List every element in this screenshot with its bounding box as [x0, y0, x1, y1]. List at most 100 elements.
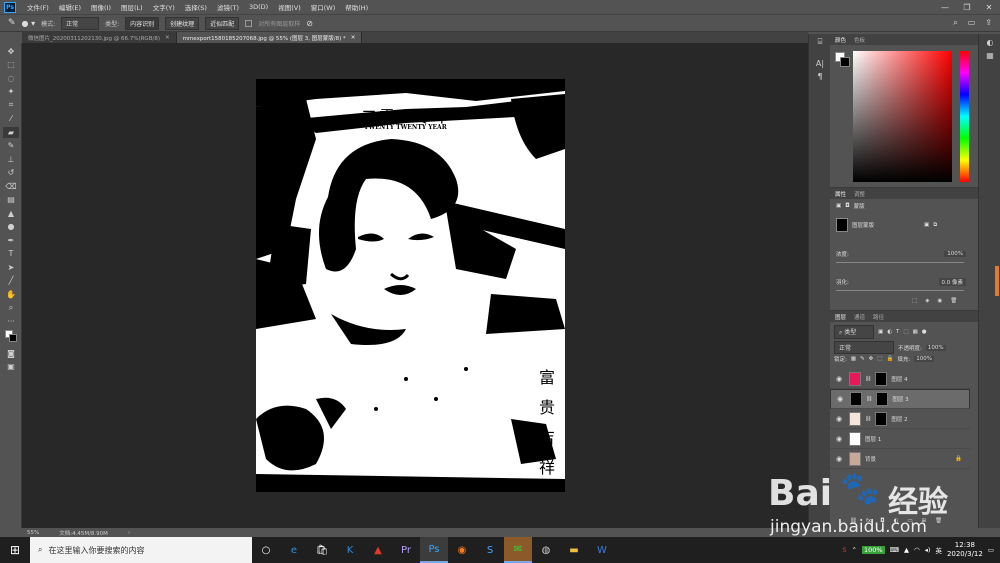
feather-input[interactable]: 0.0 像素	[938, 278, 966, 286]
status-arrow-icon[interactable]: ›	[128, 530, 130, 536]
mask-link-icon[interactable]: ⛓	[865, 376, 871, 382]
swatches-panel-icon[interactable]: ▦	[982, 50, 998, 61]
tab-channels[interactable]: 通道	[854, 313, 865, 321]
word-icon[interactable]: W	[588, 537, 616, 563]
screen-mode-icon[interactable]: ▣	[3, 361, 19, 372]
layer-row[interactable]: ◉ 背景 🔒	[830, 449, 970, 469]
store-icon[interactable]: 🛍	[308, 537, 336, 563]
apply-mask-icon[interactable]: ◈	[925, 298, 929, 304]
maximize-icon[interactable]: ❐	[956, 3, 978, 12]
filter-toggle-icon[interactable]: ●	[922, 329, 927, 335]
input-method-icon[interactable]: S	[842, 546, 846, 554]
pixel-mask-icon[interactable]: ▣	[836, 203, 841, 209]
acrobat-icon[interactable]: ▲	[364, 537, 392, 563]
visibility-eye-icon[interactable]: ◉	[837, 395, 846, 403]
menu-edit[interactable]: 编辑(E)	[54, 2, 86, 12]
lock-paint-icon[interactable]: ✎	[860, 356, 865, 362]
menu-file[interactable]: 文件(F)	[22, 2, 54, 12]
battery-indicator[interactable]: 100%	[861, 546, 885, 554]
task-view-icon[interactable]: ○	[252, 537, 280, 563]
tab-close-icon[interactable]: ✕	[165, 35, 170, 41]
gradient-icon[interactable]: ▤	[3, 194, 19, 205]
menu-type[interactable]: 文字(Y)	[148, 2, 180, 12]
blur-tool-icon[interactable]: ▲	[3, 208, 19, 219]
tab-document-1[interactable]: 微信图片_20200311202130.jpg @ 66.7%(RGB/8) ✕	[22, 32, 177, 43]
tab-adjustments[interactable]: 调整	[854, 190, 865, 198]
filter-adjust-icon[interactable]: ◐	[887, 329, 892, 335]
blend-mode-select[interactable]: 正常	[834, 341, 894, 354]
history-panel-icon[interactable]: ⌸	[812, 37, 828, 48]
tray-chevron-icon[interactable]: ⌃	[852, 546, 857, 554]
layer-row[interactable]: ◉ ⛓ 图层 3	[830, 389, 970, 409]
opacity-input[interactable]: 100%	[925, 344, 946, 351]
magic-wand-icon[interactable]: ✦	[3, 86, 19, 97]
taskbar-search-box[interactable]: ⌕ 在这里输入你要搜索的内容	[30, 537, 252, 563]
add-mask-icon[interactable]: ◘	[880, 518, 884, 524]
fill-input[interactable]: 100%	[914, 356, 934, 362]
firefox-icon[interactable]: ◉	[448, 537, 476, 563]
document-canvas[interactable]: 二零二零年 TWENTY TWENTY YEAR 富 贵 吉 祥	[256, 79, 565, 492]
mode-select[interactable]: 正常	[61, 16, 100, 30]
layer-mask-thumbnail[interactable]	[875, 411, 888, 426]
tab-document-2[interactable]: mmexport1580185207068.jpg @ 55% (图层 3, 图…	[176, 32, 363, 43]
minimize-icon[interactable]: —	[934, 3, 956, 12]
vector-mask-icon[interactable]: ◘	[845, 203, 849, 209]
character-panel-icon[interactable]: A|	[812, 58, 828, 69]
menu-3d[interactable]: 3D(D)	[244, 3, 273, 11]
layer-row[interactable]: ◉ 图层 1	[830, 429, 970, 449]
tab-swatches[interactable]: 色板	[854, 36, 865, 44]
lasso-tool-icon[interactable]: ◌	[3, 73, 19, 84]
eyedropper-icon[interactable]: ⁄	[3, 113, 19, 124]
zoom-level[interactable]: 55%	[27, 530, 39, 536]
select-mask-icon[interactable]: ▣	[924, 222, 929, 228]
network-icon[interactable]: ▲	[904, 546, 909, 554]
sogou-icon[interactable]: S	[476, 537, 504, 563]
quick-mask-icon[interactable]: ◙	[3, 348, 19, 359]
proximity-match-button[interactable]: 近似匹配	[205, 16, 240, 30]
menu-help[interactable]: 帮助(H)	[340, 2, 373, 12]
kugou-icon[interactable]: K	[336, 537, 364, 563]
workspace-icon[interactable]: ▭	[968, 18, 976, 28]
trash-icon[interactable]: 🗑	[950, 298, 957, 304]
tab-close-icon[interactable]: ✕	[351, 35, 356, 41]
path-select-icon[interactable]: ➤	[3, 262, 19, 273]
mask-link-icon[interactable]: ⛓	[865, 416, 871, 422]
marquee-tool-icon[interactable]: ⬚	[3, 59, 19, 70]
menu-image[interactable]: 图像(I)	[86, 2, 116, 12]
visibility-eye-icon[interactable]: ◉	[836, 375, 845, 383]
group-icon[interactable]: ▭	[907, 518, 912, 524]
share-icon[interactable]: ⇪	[985, 18, 992, 28]
scroll-thumb[interactable]	[995, 266, 999, 296]
menu-view[interactable]: 视图(V)	[273, 2, 306, 12]
zoom-tool-icon[interactable]: ⌕	[3, 302, 19, 313]
hand-tool-icon[interactable]: ✋	[3, 289, 19, 300]
more-tools-icon[interactable]: ···	[3, 316, 19, 327]
brush-tool-icon[interactable]: ✎	[3, 140, 19, 151]
hue-slider[interactable]	[960, 51, 969, 182]
link-layers-icon[interactable]: ⛓	[850, 518, 857, 524]
menu-window[interactable]: 窗口(W)	[306, 2, 341, 12]
dodge-tool-icon[interactable]: ●	[3, 221, 19, 232]
lock-move-icon[interactable]: ✥	[869, 356, 874, 362]
photoshop-taskbar-icon[interactable]: Ps	[420, 537, 448, 563]
filter-shape-icon[interactable]: ⬚	[903, 329, 908, 335]
edge-browser-icon[interactable]: e	[280, 537, 308, 563]
lock-icon[interactable]: 🔒	[955, 456, 962, 462]
paragraph-panel-icon[interactable]: ¶	[812, 71, 828, 82]
fx-icon[interactable]: fx	[866, 518, 871, 524]
filter-smart-icon[interactable]: ▦	[913, 329, 918, 335]
line-tool-icon[interactable]: ╱	[3, 275, 19, 286]
layer-mask-thumbnail[interactable]	[876, 392, 889, 406]
search-icon[interactable]: ⌕	[953, 18, 957, 28]
volume-icon[interactable]: ◂)	[925, 546, 931, 554]
tab-properties[interactable]: 属性	[835, 190, 846, 198]
background-color-swatch[interactable]	[840, 57, 850, 67]
taskbar-clock[interactable]: 12:38 2020/3/12	[947, 541, 983, 559]
file-explorer-icon[interactable]: ▬	[560, 537, 588, 563]
move-tool-icon[interactable]: ✥	[3, 46, 19, 57]
crop-tool-icon[interactable]: ⌗	[3, 100, 19, 111]
premiere-icon[interactable]: Pr	[392, 537, 420, 563]
lock-all-icon[interactable]: 🔒	[886, 356, 893, 362]
menu-select[interactable]: 选择(S)	[180, 2, 212, 12]
new-layer-icon[interactable]: ⊞	[922, 518, 927, 524]
